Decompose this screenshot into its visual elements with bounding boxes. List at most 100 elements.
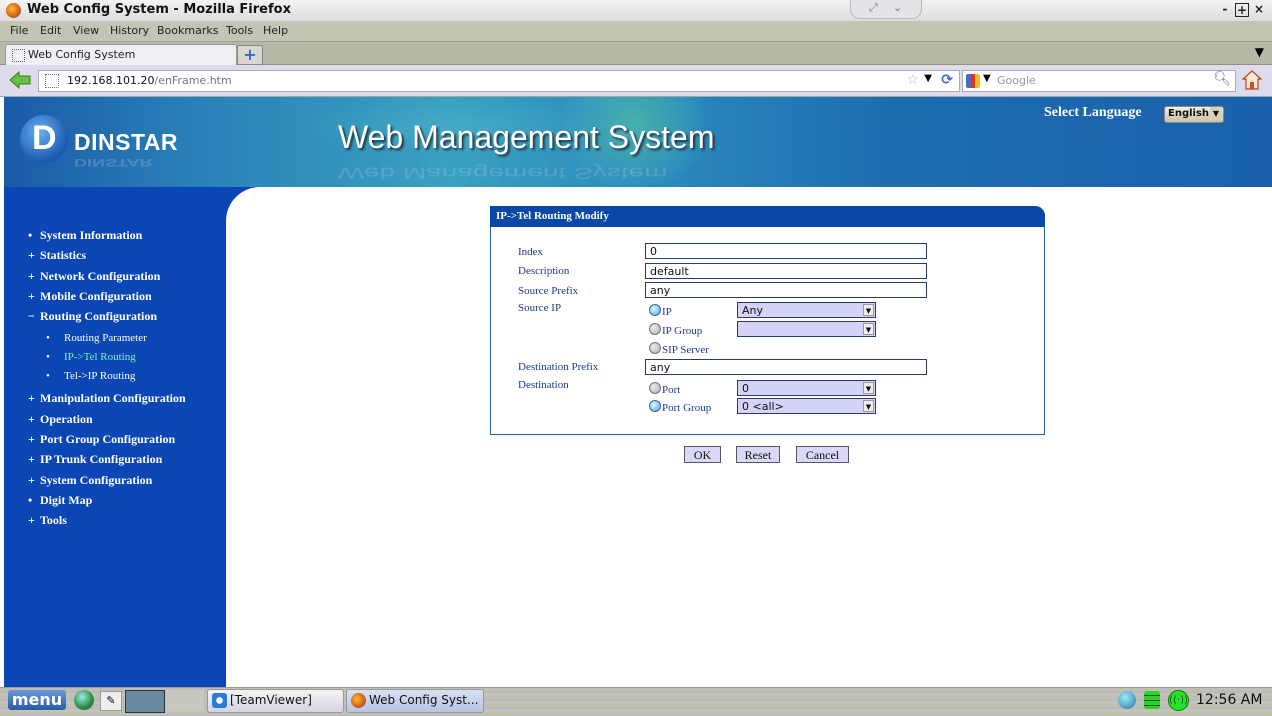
reset-button[interactable]: Reset [736, 446, 780, 463]
browser-launcher-icon[interactable] [74, 690, 94, 710]
destination-prefix-input[interactable]: any [645, 359, 927, 375]
index-input[interactable]: 0 [645, 243, 927, 259]
radio-selected-icon [649, 304, 661, 316]
destination-radio-port-group[interactable]: Port Group [649, 400, 711, 414]
sidebar-item-network-configuration[interactable]: + Network Configuration [28, 269, 160, 284]
window-titlebar: Web Config System - Mozilla Firefox ⤢ ⌄ … [0, 0, 1272, 22]
window-center-tab[interactable]: ⤢ ⌄ [850, 0, 922, 19]
reload-icon[interactable]: ⟳ [941, 72, 953, 88]
dropdown-arrow-icon: ▼ [863, 323, 874, 335]
sidebar-item-digit-map[interactable]: • Digit Map [28, 493, 92, 508]
search-box[interactable]: ▼ Google 🔍︎ [962, 70, 1236, 92]
sidebar-item-routing-configuration[interactable]: − Routing Configuration [28, 309, 157, 324]
port-group-select[interactable]: 0 <all> ▼ [737, 398, 876, 414]
menu-tools[interactable]: Tools [226, 24, 253, 37]
destination-label: Destination [518, 379, 569, 391]
sidebar-item-mobile-configuration[interactable]: + Mobile Configuration [28, 289, 152, 304]
menu-history[interactable]: History [110, 24, 149, 37]
maximize-button[interactable]: + [1235, 3, 1249, 17]
site-identity-icon[interactable] [45, 74, 59, 88]
start-menu-button[interactable]: menu [8, 690, 66, 710]
task-teamviewer[interactable]: [TeamViewer] [207, 689, 344, 713]
new-tab-button[interactable]: + [237, 45, 263, 65]
description-label: Description [518, 265, 570, 277]
sidebar-item-tools[interactable]: + Tools [28, 513, 67, 528]
source-prefix-input[interactable]: any [645, 282, 927, 298]
sidebar-item-manipulation-configuration[interactable]: + Manipulation Configuration [28, 391, 186, 406]
dropdown-arrow-icon: ▼ [863, 400, 874, 412]
url-text[interactable]: 192.168.101.20/enFrame.htm [67, 74, 232, 87]
dropdown-arrow-icon: ▼ [863, 382, 874, 394]
search-engine-dropdown-icon[interactable]: ▼ [983, 73, 991, 84]
minimize-button[interactable]: - [1218, 3, 1232, 17]
radio-unselected-icon [649, 342, 661, 354]
radio-unselected-icon [649, 382, 661, 394]
main-content: IP->Tel Routing Modify Index 0 Descripti… [226, 187, 1272, 687]
panel-header: IP->Tel Routing Modify [490, 206, 1045, 227]
cancel-button[interactable]: Cancel [796, 446, 849, 463]
sidebar-subitem-tel-ip-routing[interactable]: • Tel->IP Routing [46, 370, 135, 382]
sidebar-item-operation[interactable]: + Operation [28, 412, 93, 427]
wireless-tray-icon[interactable]: ((·)) [1168, 690, 1189, 711]
window-title: Web Config System - Mozilla Firefox [27, 2, 291, 17]
tab-web-config[interactable]: Web Config System [5, 44, 237, 65]
header-banner: D DINSTAR DINSTAR Web Management System … [4, 97, 1272, 187]
radio-unselected-icon [649, 323, 661, 335]
clock: 12:56 AM [1196, 692, 1263, 708]
close-button[interactable]: × [1252, 3, 1266, 17]
menu-edit[interactable]: Edit [40, 24, 61, 37]
desktop-pager-2[interactable] [166, 690, 204, 711]
desktop-pager-1[interactable] [125, 690, 165, 713]
tab-label: Web Config System [28, 48, 136, 61]
source-ip-radio-ip[interactable]: IP [649, 304, 672, 318]
menu-file[interactable]: File [10, 24, 28, 37]
source-ip-label: Source IP [518, 302, 562, 314]
dinstar-logo-icon: D [20, 115, 68, 163]
fullscreen-icon[interactable]: ⤢ [869, 1, 878, 15]
source-ip-radio-sip-server[interactable]: SIP Server [649, 342, 709, 356]
url-history-dropdown-icon[interactable]: ▼ [924, 73, 932, 84]
storage-tray-icon[interactable] [1144, 691, 1160, 709]
menu-help[interactable]: Help [263, 24, 288, 37]
radio-selected-icon [649, 400, 661, 412]
tab-bar: Web Config System + ▼ [0, 42, 1272, 65]
dropdown-arrow-icon: ▼ [1210, 107, 1222, 120]
search-placeholder: Google [997, 74, 1036, 87]
dropdown-arrow-icon: ▼ [863, 304, 874, 316]
bookmark-star-icon[interactable]: ☆ [906, 72, 919, 88]
sidebar-item-system-information[interactable]: • System Information [28, 228, 142, 243]
chevron-down-icon[interactable]: ⌄ [893, 1, 902, 14]
firefox-icon [351, 693, 366, 708]
destination-radio-port[interactable]: Port [649, 382, 680, 396]
menu-bookmarks[interactable]: Bookmarks [157, 24, 218, 37]
routing-modify-panel: IP->Tel Routing Modify Index 0 Descripti… [490, 206, 1045, 435]
home-icon[interactable] [1242, 70, 1262, 90]
source-ip-select[interactable]: Any ▼ [737, 302, 876, 318]
port-select[interactable]: 0 ▼ [737, 380, 876, 396]
sidebar-item-ip-trunk-configuration[interactable]: + IP Trunk Configuration [28, 452, 162, 467]
task-firefox[interactable]: Web Config Syst... [346, 689, 484, 713]
search-icon[interactable]: 🔍︎ [1213, 71, 1231, 87]
sidebar-item-system-configuration[interactable]: + System Configuration [28, 473, 152, 488]
ok-button[interactable]: OK [684, 446, 721, 463]
index-label: Index [518, 246, 544, 258]
network-tray-icon[interactable] [1118, 691, 1136, 709]
panel-title: IP->Tel Routing Modify [496, 210, 609, 222]
ip-group-select[interactable]: ▼ [737, 321, 876, 337]
source-ip-radio-ip-group[interactable]: IP Group [649, 323, 702, 337]
tab-list-button[interactable]: ▼ [1255, 45, 1264, 59]
google-engine-icon[interactable] [966, 74, 980, 88]
menu-view[interactable]: View [73, 24, 99, 37]
sidebar-subitem-routing-parameter[interactable]: • Routing Parameter [46, 332, 147, 344]
firefox-icon [6, 3, 21, 18]
brand-name: DINSTAR [74, 129, 179, 155]
menu-bar: File Edit View History Bookmarks Tools H… [0, 21, 1272, 42]
sidebar-subitem-ip-tel-routing[interactable]: • IP->Tel Routing [46, 351, 136, 363]
back-arrow-icon[interactable] [9, 71, 31, 89]
url-bar[interactable]: 192.168.101.20/enFrame.htm ☆ ▼ ⟳ [38, 70, 960, 92]
sidebar-item-statistics[interactable]: + Statistics [28, 248, 86, 263]
description-input[interactable]: default [645, 263, 927, 279]
text-editor-launcher-icon[interactable]: ✎ [100, 691, 122, 711]
sidebar-item-port-group-configuration[interactable]: + Port Group Configuration [28, 432, 175, 447]
language-select[interactable]: English ▼ [1164, 106, 1224, 123]
